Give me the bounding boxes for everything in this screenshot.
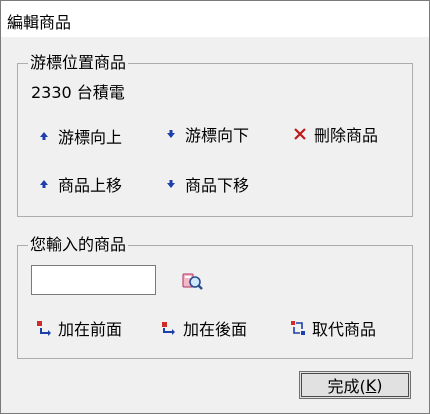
shift-item-down-label: 商品下移 [185, 176, 250, 195]
arrow-down-icon [161, 124, 181, 144]
arrow-down-icon [161, 174, 181, 194]
add-before-label: 加在前面 [58, 320, 123, 339]
cursor-item-group-label: 游標位置商品 [28, 53, 129, 73]
input-item-group: 您輸入的商品 [17, 235, 413, 359]
move-cursor-down-label: 游標向下 [185, 126, 250, 145]
arrow-up-icon [34, 126, 54, 146]
replace-item-label: 取代商品 [312, 320, 377, 339]
add-before-button[interactable]: 加在前面 [34, 317, 122, 339]
arrow-up-icon [34, 174, 54, 194]
add-after-button[interactable]: 加在後面 [159, 317, 247, 339]
done-button-close: ) [376, 375, 383, 395]
move-cursor-down-button[interactable]: 游標向下 [161, 123, 249, 145]
close-x-icon [290, 124, 310, 144]
current-item-text: 2330 台積電 [31, 83, 125, 102]
shift-item-up-label: 商品上移 [58, 176, 123, 195]
done-hotkey: K [365, 375, 377, 395]
edit-item-dialog: 編輯商品 游標位置商品 2330 台積電 游標向上 游標向下 刪除商品 商品上移… [0, 0, 430, 414]
delete-item-label: 刪除商品 [314, 126, 379, 145]
title-bar: 編輯商品 [1, 1, 429, 37]
search-item-icon[interactable] [181, 269, 205, 293]
delete-item-button[interactable]: 刪除商品 [290, 123, 378, 145]
shift-item-up-button[interactable]: 商品上移 [34, 173, 122, 195]
item-input-field[interactable] [31, 265, 156, 295]
insert-before-icon [34, 318, 54, 338]
done-button[interactable]: 完成(K) [299, 371, 411, 399]
move-cursor-up-button[interactable]: 游標向上 [34, 125, 122, 147]
replace-item-button[interactable]: 取代商品 [288, 317, 376, 339]
move-cursor-up-label: 游標向上 [58, 128, 123, 147]
shift-item-down-button[interactable]: 商品下移 [161, 173, 249, 195]
add-after-label: 加在後面 [183, 320, 248, 339]
input-item-group-label: 您輸入的商品 [28, 235, 129, 255]
replace-icon [288, 318, 308, 338]
done-button-label: 完成( [327, 377, 366, 396]
dialog-title: 編輯商品 [7, 13, 72, 32]
insert-after-icon [159, 318, 179, 338]
